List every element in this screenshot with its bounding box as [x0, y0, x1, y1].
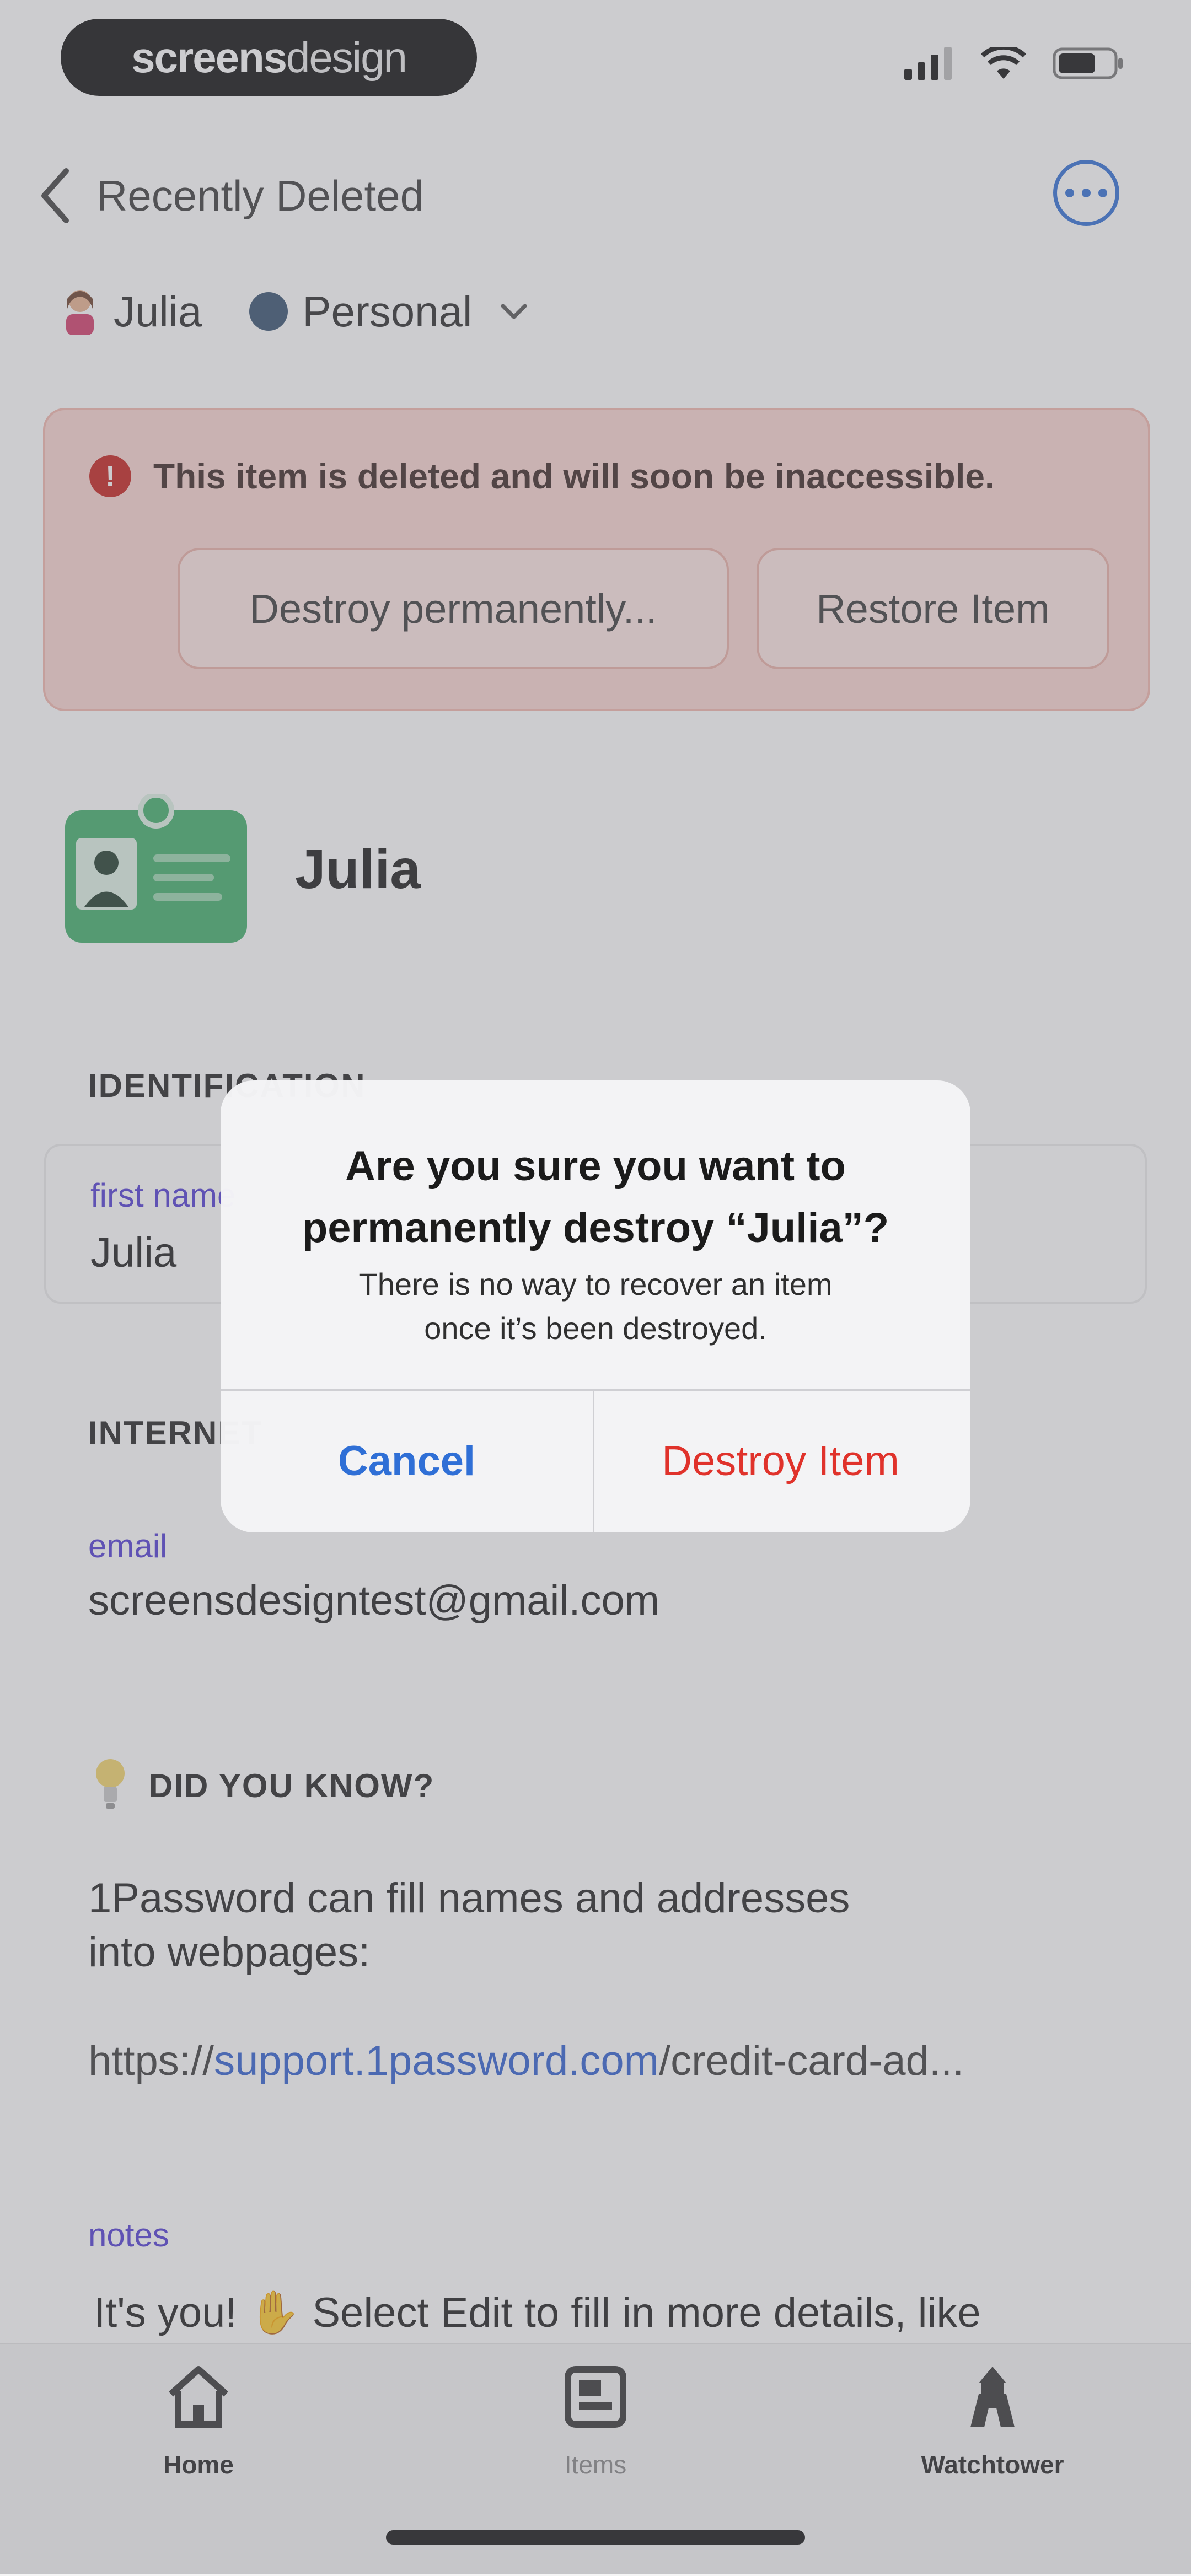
alert-message-line1: There is no way to recover an item — [358, 1267, 833, 1302]
item-detail-screen: screens design Recently Deleted Julia Pe… — [0, 0, 1191, 2576]
cancel-button[interactable]: Cancel — [221, 1389, 593, 1532]
destroy-item-button[interactable]: Destroy Item — [594, 1389, 967, 1532]
alert-message: There is no way to recover an item once … — [221, 1262, 970, 1351]
alert-title: Are you sure you want to permanently des… — [221, 1136, 970, 1259]
alert-title-line1: Are you sure you want to — [345, 1143, 846, 1190]
alert-title-line2: permanently destroy “Julia”? — [302, 1204, 889, 1251]
destroy-confirmation-alert: Are you sure you want to permanently des… — [221, 1080, 970, 1532]
alert-message-line2: once it’s been destroyed. — [424, 1311, 767, 1346]
